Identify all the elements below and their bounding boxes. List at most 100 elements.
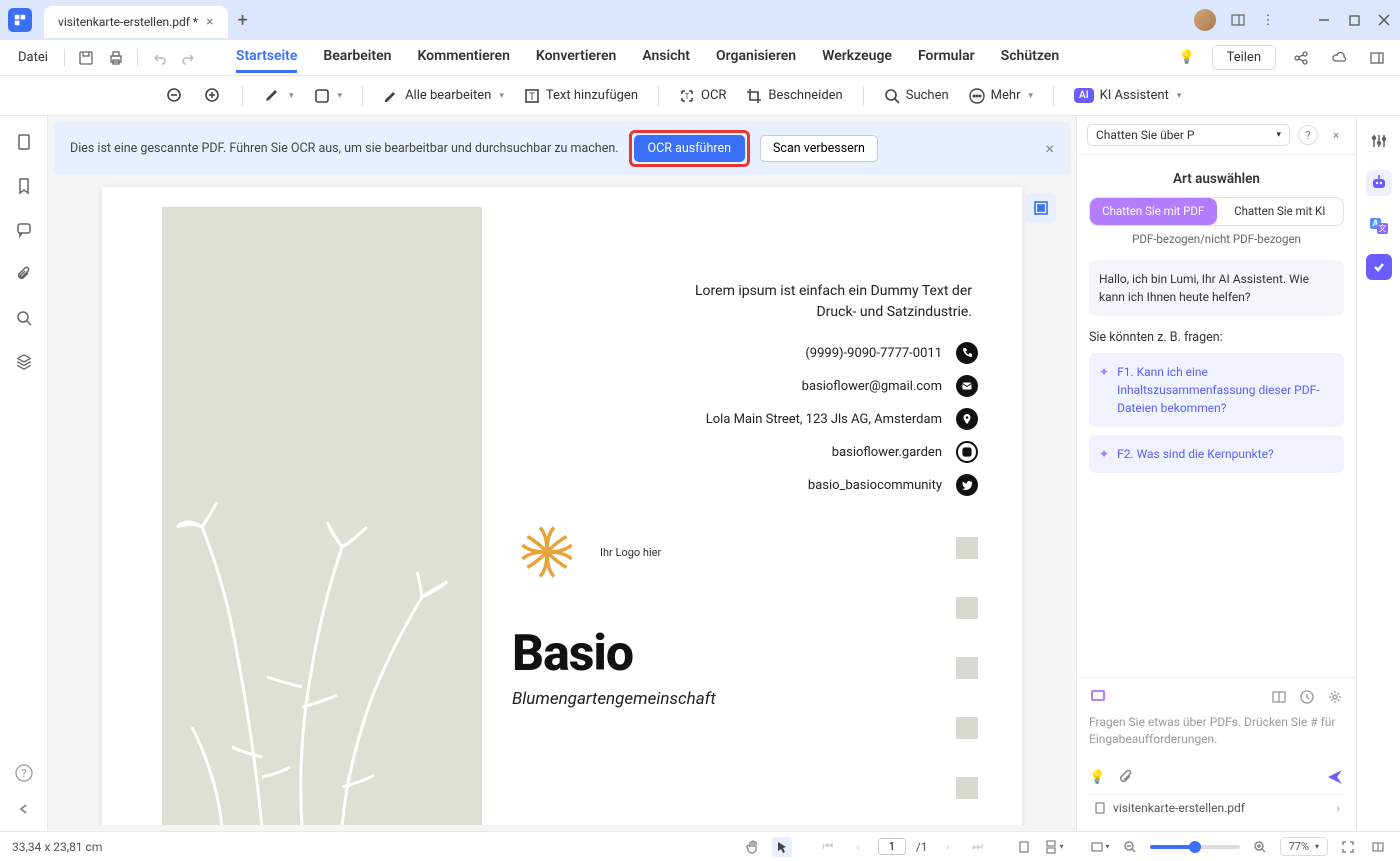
last-page-icon[interactable]: ⏭ xyxy=(968,837,988,857)
search-button[interactable]: Suchen xyxy=(878,84,955,108)
document-tab[interactable]: visitenkarte-erstellen.pdf * × xyxy=(44,6,228,38)
contact-social: basio_basiocommunity xyxy=(706,474,978,496)
document-viewport: Dies ist eine gescannte PDF. Führen Sie … xyxy=(48,116,1076,831)
ai-panel-close-icon[interactable]: × xyxy=(1326,125,1346,145)
window-panel-icon[interactable] xyxy=(1230,12,1246,28)
document-scroll[interactable]: Lorem ipsum ist einfach ein Dummy Text d… xyxy=(54,179,1070,825)
page-number-input[interactable] xyxy=(878,838,906,855)
file-menu[interactable]: Datei xyxy=(10,46,56,69)
minimize-icon[interactable] xyxy=(1316,12,1332,28)
close-icon[interactable] xyxy=(1376,12,1392,28)
ai-settings-icon[interactable] xyxy=(1326,688,1344,706)
bookmarks-icon[interactable] xyxy=(14,176,34,196)
highlighter-button[interactable]: ▾ xyxy=(257,83,300,109)
thumbnails-icon[interactable] xyxy=(14,132,34,152)
user-avatar[interactable] xyxy=(1194,9,1216,31)
ai-input-placeholder[interactable]: Fragen Sie etwas über PDFs. Drücken Sie … xyxy=(1089,714,1344,748)
zoom-out-button[interactable] xyxy=(160,83,190,109)
tab-organisieren[interactable]: Organisieren xyxy=(716,42,796,73)
comments-icon[interactable] xyxy=(14,220,34,240)
cloud-icon[interactable] xyxy=(1326,45,1352,71)
kebab-menu-icon[interactable]: ⋮ xyxy=(1260,12,1276,28)
collapse-sidebar-icon[interactable] xyxy=(14,799,34,819)
tab-bearbeiten[interactable]: Bearbeiten xyxy=(323,42,391,73)
tab-kommentieren[interactable]: Kommentieren xyxy=(417,42,509,73)
view-single-icon[interactable] xyxy=(1014,837,1034,857)
cursor-tool-icon[interactable] xyxy=(772,837,792,857)
scan-enhance-button[interactable]: Scan verbessern xyxy=(760,135,878,162)
translate-icon[interactable]: A文 xyxy=(1366,212,1392,238)
page-dimensions: 33,34 x 23,81 cm xyxy=(12,840,102,854)
ai-attached-file[interactable]: visitenkarte-erstellen.pdf › xyxy=(1089,794,1344,821)
ai-robot-icon[interactable] xyxy=(1366,170,1392,196)
lightbulb-icon[interactable]: 💡 xyxy=(1174,45,1200,71)
hand-tool-icon[interactable] xyxy=(742,837,762,857)
ai-lightbulb-icon[interactable]: 💡 xyxy=(1089,770,1105,785)
attachments-icon[interactable] xyxy=(14,264,34,284)
tab-startseite[interactable]: Startseite xyxy=(236,42,297,73)
ai-mode-dropdown[interactable]: Chatten Sie über P▾ xyxy=(1087,124,1290,146)
tab-formular[interactable]: Formular xyxy=(918,42,975,73)
tab-ansicht[interactable]: Ansicht xyxy=(642,42,690,73)
ai-suggestion-1[interactable]: ✦F1. Kann ich eine Inhaltszusammenfassun… xyxy=(1089,353,1344,427)
tab-werkzeuge[interactable]: Werkzeuge xyxy=(822,42,892,73)
redo-icon[interactable] xyxy=(176,45,202,71)
app-logo-icon xyxy=(8,8,32,32)
ai-assistant-button[interactable]: AIKI Assistent▾ xyxy=(1068,84,1187,107)
file-icon xyxy=(1093,801,1107,815)
layers-icon[interactable] xyxy=(14,352,34,372)
ai-help-icon[interactable]: ? xyxy=(1298,125,1318,145)
first-page-icon[interactable]: ⏮ xyxy=(818,837,838,857)
shape-button[interactable]: ▾ xyxy=(308,84,349,108)
more-button[interactable]: Mehr▾ xyxy=(963,84,1039,108)
adjust-icon[interactable] xyxy=(1366,128,1392,154)
panel-toggle-icon[interactable] xyxy=(1364,45,1390,71)
contact-phone: (9999)-9090-7777-0011 xyxy=(706,342,978,364)
save-icon[interactable] xyxy=(73,45,99,71)
ai-chat-icon[interactable] xyxy=(1089,688,1107,706)
tab-konvertieren[interactable]: Konvertieren xyxy=(536,42,616,73)
fullscreen-icon[interactable] xyxy=(1338,837,1358,857)
svg-text:T: T xyxy=(529,92,535,103)
ai-suggest-title: Sie könnten z. B. fragen: xyxy=(1089,330,1344,345)
prev-page-icon[interactable]: ‹ xyxy=(848,837,868,857)
zoom-percent-dropdown[interactable]: 77%▾ xyxy=(1280,837,1328,856)
zoom-in-button[interactable] xyxy=(198,83,228,109)
next-page-icon[interactable]: › xyxy=(938,837,958,857)
ai-history-icon[interactable] xyxy=(1298,688,1316,706)
maximize-icon[interactable] xyxy=(1346,12,1362,28)
zoom-slider[interactable] xyxy=(1150,845,1240,849)
add-text-button[interactable]: TText hinzufügen xyxy=(518,84,644,108)
ai-tab-pdf[interactable]: Chatten Sie mit PDF xyxy=(1090,198,1217,225)
ai-attach-icon[interactable] xyxy=(1117,769,1133,785)
ocr-banner-close-icon[interactable]: × xyxy=(1045,139,1054,158)
add-tab-button[interactable]: + xyxy=(238,10,248,31)
ocr-button[interactable]: TOCR xyxy=(673,84,732,108)
edit-all-button[interactable]: Alle bearbeiten▾ xyxy=(377,84,510,108)
tab-close-icon[interactable]: × xyxy=(206,14,213,30)
reading-mode-icon[interactable] xyxy=(1368,837,1388,857)
ai-expand-icon[interactable] xyxy=(1270,688,1288,706)
zoom-in-status-icon[interactable] xyxy=(1250,837,1270,857)
ai-select-title: Art auswählen xyxy=(1089,171,1344,187)
ai-send-icon[interactable] xyxy=(1326,768,1344,786)
view-continuous-icon[interactable]: ▾ xyxy=(1044,837,1064,857)
share-network-icon[interactable] xyxy=(1288,45,1314,71)
contact-address: Lola Main Street, 123 Jls AG, Amsterdam xyxy=(706,408,978,430)
print-icon[interactable] xyxy=(103,45,129,71)
crop-button[interactable]: Beschneiden xyxy=(740,84,848,108)
zoom-out-status-icon[interactable] xyxy=(1120,837,1140,857)
share-button[interactable]: Teilen xyxy=(1212,45,1276,70)
ai-suggestion-2[interactable]: ✦F2. Was sind die Kernpunkte? xyxy=(1089,435,1344,473)
help-icon[interactable]: ? xyxy=(14,763,34,783)
select-mode-icon[interactable] xyxy=(1026,193,1056,223)
ai-badge-icon: AI xyxy=(1074,88,1094,103)
mail-icon xyxy=(956,375,978,397)
search-sidebar-icon[interactable] xyxy=(14,308,34,328)
ocr-run-button[interactable]: OCR ausführen xyxy=(634,135,745,162)
tab-schuetzen[interactable]: Schützen xyxy=(1001,42,1060,73)
ai-tab-ki[interactable]: Chatten Sie mit KI xyxy=(1217,198,1344,225)
check-task-icon[interactable] xyxy=(1366,254,1392,280)
fit-width-icon[interactable]: ▾ xyxy=(1090,837,1110,857)
undo-icon[interactable] xyxy=(146,45,172,71)
